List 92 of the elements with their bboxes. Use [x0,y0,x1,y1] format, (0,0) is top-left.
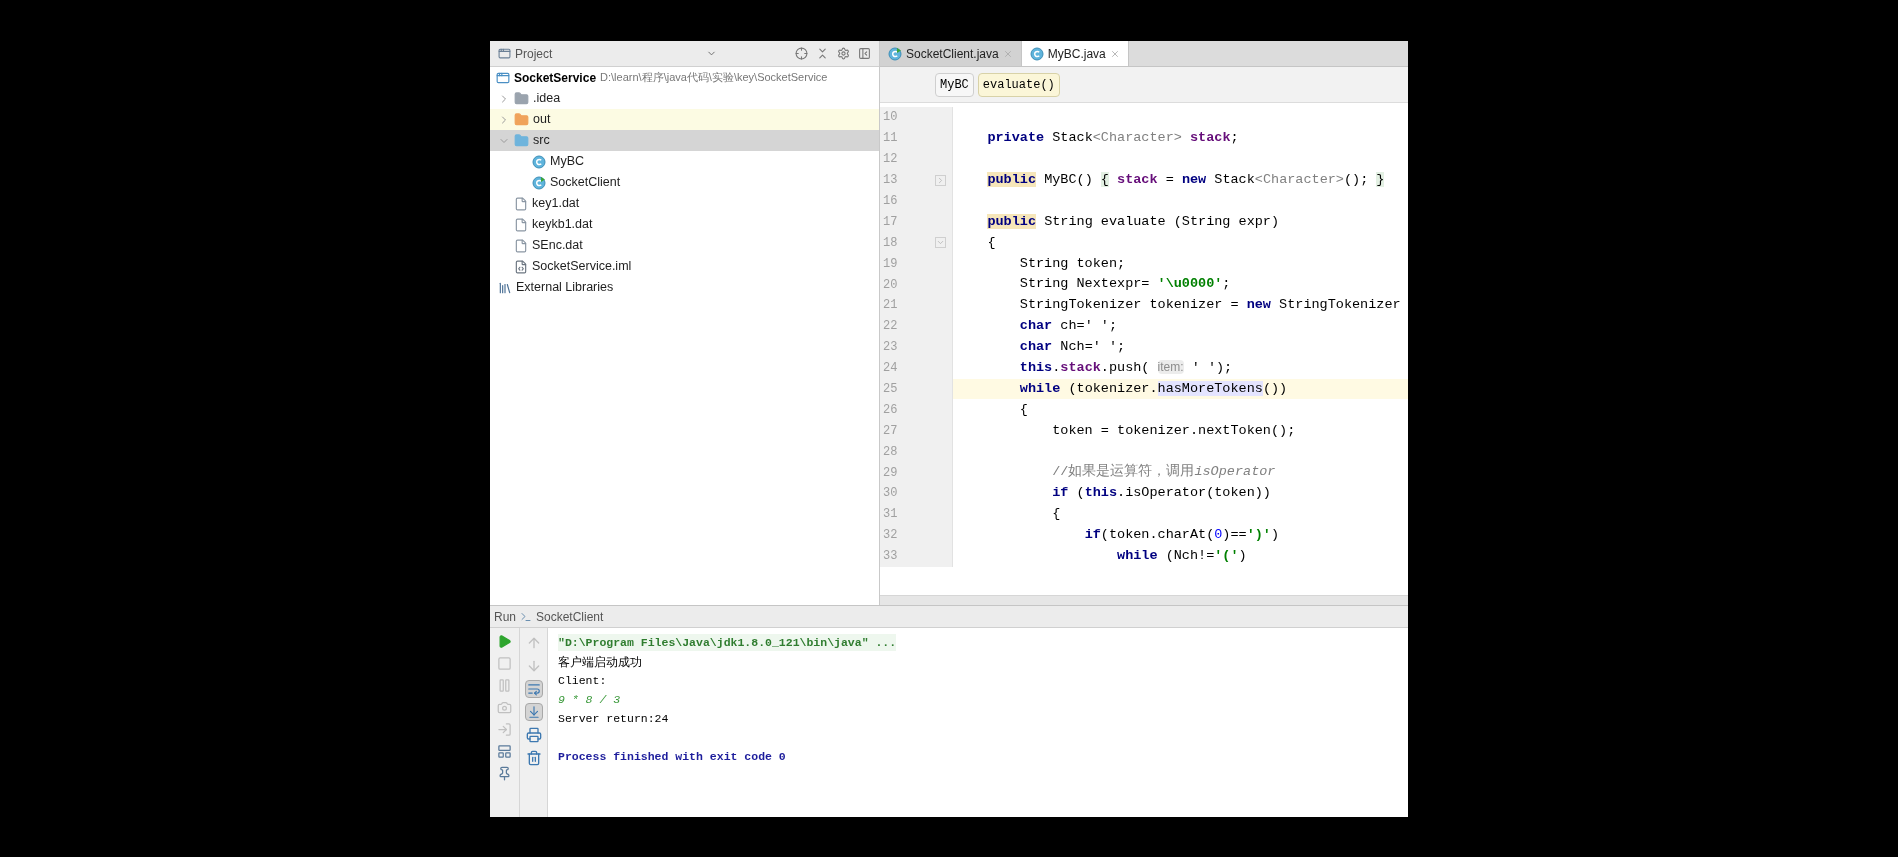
line-number: 13 [882,172,898,190]
line-number: 20 [882,276,898,294]
code-line: private Stack<Character> stack; [986,129,1239,148]
horizontal-scrollbar[interactable] [880,595,1408,605]
module-icon [496,70,510,85]
code-line: if (this.isOperator(token)) [1051,484,1271,503]
console-line: Client: [558,672,607,689]
hide-panel-icon[interactable] [858,47,871,60]
line-number: 28 [882,443,898,461]
tree-item[interactable]: out [490,109,879,130]
line-number: 24 [882,360,898,378]
layout-icon[interactable] [497,744,512,759]
code-line: { [986,233,996,252]
code-line: String token; [1018,254,1126,273]
fold-plus-icon[interactable] [935,174,946,186]
tree-item[interactable]: SocketService.iml [490,256,879,277]
wrap-text-icon[interactable] [524,680,543,698]
editor-tab[interactable]: MyBC.java [1021,41,1129,66]
code-line: public MyBC() { stack = new Stack<Character>(); } [986,170,1385,189]
tree-item[interactable]: src [490,130,879,151]
code-line: char ch=' '; [1018,317,1118,336]
code-line: while (tokenizer.hasMoreTokens()) [1018,379,1288,398]
console-line: 客户端启动成功 [558,653,642,671]
console-line: 9 * 8 / 3 [558,691,621,708]
console-line: Process finished with exit code 0 [558,748,786,765]
code-line: if(token.charAt(0)==')') [1083,526,1280,545]
project-icon [498,47,511,60]
panel-title: Run [494,608,516,626]
pin-icon[interactable] [497,766,512,781]
tree-item[interactable]: keykb1.dat [490,214,879,235]
class-icon [532,154,546,169]
line-number: 18 [882,234,898,252]
tree-item[interactable]: MyBC [490,151,879,172]
class-run-icon [888,46,902,61]
class-icon [1029,46,1044,61]
fold-minus-icon[interactable] [935,237,946,249]
line-number: 31 [882,506,898,524]
trash-icon[interactable] [524,749,543,767]
code-line: char Nch=' '; [1018,338,1126,357]
run-icon[interactable] [497,634,512,649]
close-icon[interactable] [1109,48,1120,59]
settings-icon[interactable] [837,47,850,60]
printer-icon[interactable] [524,726,543,744]
code-line: //如果是运算符，调用isOperator [1051,462,1276,482]
line-number: 21 [882,297,898,315]
tree-item[interactable]: SEnc.dat [490,235,879,256]
project-name[interactable]: SocketService [514,68,597,87]
breadcrumb[interactable]: evaluate() [977,72,1060,97]
line-number: 32 [882,527,898,545]
line-number: 26 [882,401,898,419]
collapse-icon[interactable] [816,47,829,60]
breadcrumb[interactable]: MyBC [935,72,974,97]
file-icon [514,238,528,253]
tree-item[interactable]: SocketClient [490,172,879,193]
tree-item[interactable]: key1.dat [490,193,879,214]
tree-item[interactable]: External Libraries [490,277,879,298]
tree-item[interactable]: .idea [490,88,879,109]
line-number: 16 [882,193,898,210]
code-line: public String evaluate (String expr) [986,212,1280,231]
line-number: 30 [882,485,898,503]
libraries-icon [498,280,512,295]
scroll-to-end-icon[interactable] [524,703,543,721]
line-number: 17 [882,213,898,231]
class-run-icon [532,175,546,190]
line-number: 11 [882,130,898,148]
file-icon [514,217,528,232]
line-number: 27 [882,422,898,440]
line-number: 19 [882,255,898,273]
console-icon [520,610,532,623]
line-number: 33 [882,548,898,566]
code-line: StringTokenizer tokenizer = new StringTokenizer [1018,296,1401,315]
code-line: token = tokenizer.nextToken(); [1051,421,1296,440]
line-number: 22 [882,318,898,336]
file-icon [514,196,528,211]
line-number: 29 [882,464,898,482]
editor-tab[interactable]: SocketClient.java [880,41,1022,66]
close-icon[interactable] [1002,48,1013,59]
console-line: Server return:24 [558,710,669,727]
code-line: while (Nch!='(') [1116,547,1247,565]
line-number: 23 [882,339,898,357]
code-line: { [1018,400,1028,419]
line-number: 25 [882,381,898,398]
run-config-tab[interactable]: SocketClient [536,607,604,626]
locate-icon[interactable] [795,47,808,60]
line-number: 12 [882,151,898,169]
code-line: { [1051,505,1061,524]
line-number: 10 [882,109,898,127]
project-path: D:\learn\程序\java代码\实验\key\SocketService [600,70,828,86]
panel-title[interactable]: Project [515,44,553,63]
module-file-icon [514,259,528,274]
code-line: this.stack.push( item: ' '); [1018,359,1233,377]
code-line: String Nextexpr= '\u0000'; [1018,275,1231,294]
